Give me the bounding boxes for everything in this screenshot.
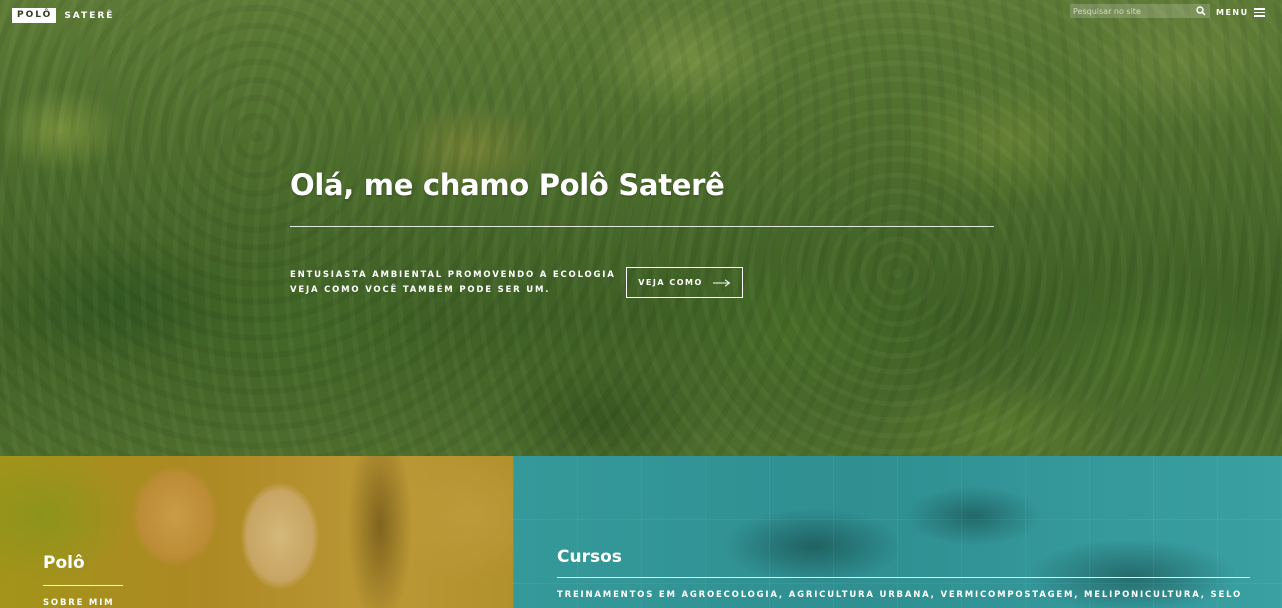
- hero-subtitle-line-2: VEJA COMO VOCÊ TAMBÉM PODE SER UM.: [290, 285, 551, 295]
- hamburger-icon: [1253, 8, 1265, 17]
- veja-como-button[interactable]: VEJA COMO: [626, 267, 743, 298]
- menu-button[interactable]: MENU: [1216, 8, 1265, 17]
- cursos-panel-title: Cursos: [557, 547, 622, 567]
- sobre-mim-link[interactable]: SOBRE MIM: [43, 598, 114, 608]
- search-input[interactable]: [1070, 4, 1192, 18]
- veja-como-label: VEJA COMO: [638, 278, 703, 287]
- hero-subtitle-line-1: ENTUSIASTA AMBIENTAL PROMOVENDO A ECOLOG…: [290, 270, 616, 280]
- arrow-right-icon: [712, 278, 731, 287]
- logo-text: SATERÊ: [64, 10, 115, 21]
- cursos-panel-subtitle: TREINAMENTOS EM AGROECOLOGIA, AGRICULTUR…: [557, 590, 1243, 600]
- polo-panel[interactable]: Polô SOBRE MIM: [0, 456, 513, 608]
- hero-divider: [290, 226, 994, 227]
- menu-label: MENU: [1216, 8, 1249, 17]
- cursos-panel[interactable]: Cursos TREINAMENTOS EM AGROECOLOGIA, AGR…: [513, 456, 1282, 608]
- cursos-panel-divider: [557, 577, 1250, 578]
- polo-panel-divider: [43, 585, 123, 586]
- hero-subtitle: ENTUSIASTA AMBIENTAL PROMOVENDO A ECOLOG…: [290, 268, 616, 298]
- search-icon[interactable]: [1192, 4, 1210, 18]
- logo-mark: POLÔ: [12, 8, 57, 23]
- search-icon-glyph: [1196, 6, 1206, 16]
- search-box: [1070, 4, 1210, 18]
- hero-title: Olá, me chamo Polô Saterê: [290, 168, 725, 202]
- site-logo[interactable]: POLÔ SATERÊ: [12, 8, 114, 23]
- polo-panel-title: Polô: [43, 553, 85, 573]
- hero-section: [0, 0, 1282, 456]
